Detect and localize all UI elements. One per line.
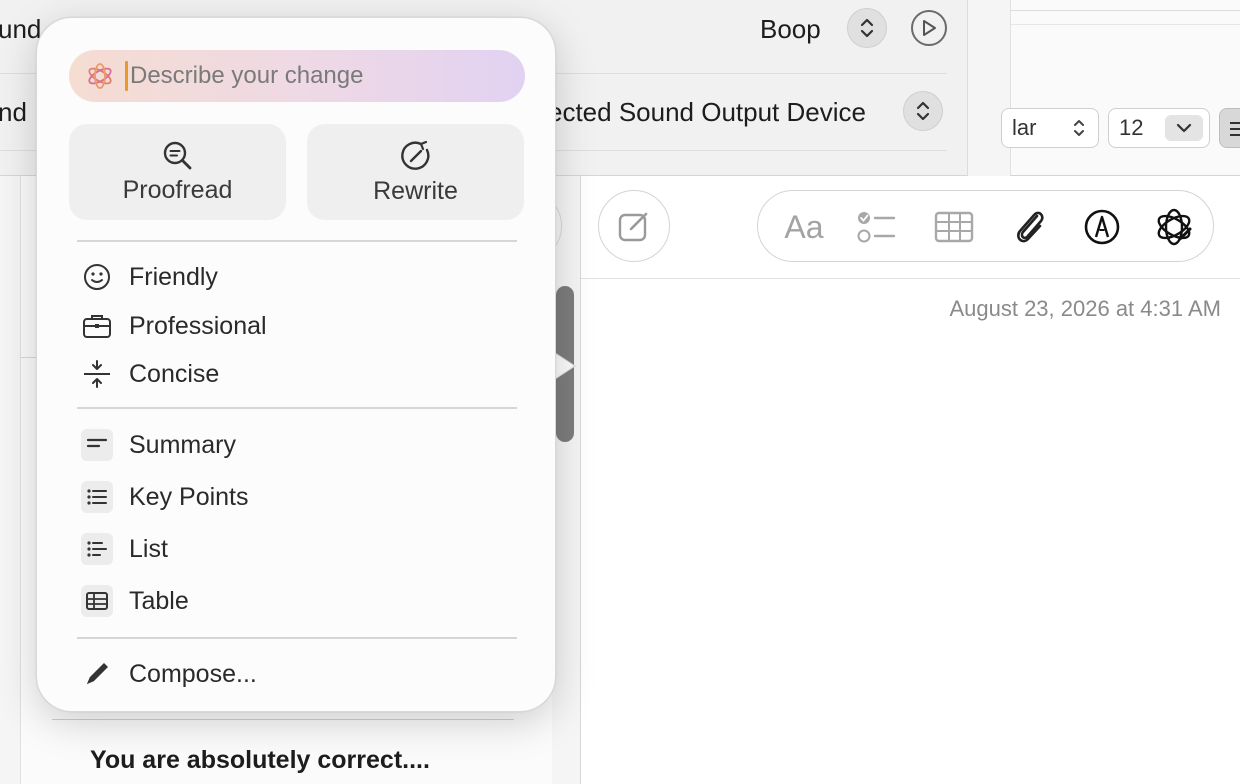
text-caret <box>125 61 128 91</box>
menu-item-label: Key Points <box>129 482 249 511</box>
divider <box>1011 24 1240 25</box>
attachment-button[interactable] <box>1008 205 1052 249</box>
menu-item-summary[interactable]: Summary <box>77 423 517 467</box>
play-icon <box>923 20 936 36</box>
menu-item-label: List <box>129 534 168 563</box>
settings-row-label: nd <box>0 97 27 127</box>
briefcase-icon <box>81 310 113 342</box>
menu-item-table[interactable]: Table <box>77 579 517 623</box>
divider <box>1011 10 1240 11</box>
writing-tools-icon <box>1157 208 1192 246</box>
font-size-select[interactable]: 12 <box>1108 108 1210 148</box>
alert-sound-value: Boop <box>760 14 821 44</box>
table-button[interactable] <box>932 205 976 249</box>
menu-item-label: Compose... <box>129 659 257 688</box>
font-size-value: 12 <box>1119 115 1144 140</box>
divider <box>77 637 517 639</box>
format-bar: lar 12 <box>1001 0 1240 176</box>
menu-item-label: Concise <box>129 359 220 388</box>
compose-icon <box>618 212 648 242</box>
proofread-magnifier-icon <box>163 141 191 169</box>
divider <box>52 719 514 720</box>
chevron-updown-icon <box>860 18 874 38</box>
writing-tools-popover: Proofread Rewrite Friendly Professional … <box>36 17 556 712</box>
text-format-icon: Aa <box>784 208 824 245</box>
writing-tools-button[interactable] <box>1152 205 1196 249</box>
table-icon <box>81 585 113 617</box>
rewrite-button[interactable]: Rewrite <box>307 124 524 220</box>
checklist-icon <box>857 212 896 243</box>
chevron-updown-icon <box>1074 120 1084 136</box>
menu-item-compose[interactable]: Compose... <box>77 652 517 696</box>
chevron-updown-icon <box>916 101 930 121</box>
menu-item-label: Summary <box>129 430 236 459</box>
editor-toolbar: Aa <box>757 190 1214 262</box>
markup-button[interactable] <box>1080 205 1124 249</box>
describe-change-input[interactable] <box>130 62 510 90</box>
settings-row-label: und <box>0 14 42 44</box>
list-icon <box>1230 122 1240 136</box>
proofread-button[interactable]: Proofread <box>69 124 286 220</box>
list-style-button[interactable] <box>1219 108 1240 148</box>
play-sound-button[interactable] <box>911 10 947 46</box>
menu-item-label: Friendly <box>129 262 218 291</box>
summary-icon <box>81 429 113 461</box>
list-icon <box>81 533 113 565</box>
key-points-icon <box>81 481 113 513</box>
alert-sound-stepper[interactable] <box>847 8 887 48</box>
markup-pen-icon <box>1084 209 1120 245</box>
menu-item-friendly[interactable]: Friendly <box>77 255 517 299</box>
note-editor[interactable] <box>580 176 1240 784</box>
output-device-value: ected Sound Output Device <box>548 97 866 127</box>
divider <box>77 407 517 409</box>
menu-item-list[interactable]: List <box>77 527 517 571</box>
rewrite-icon <box>400 140 430 170</box>
smiley-icon <box>81 261 113 293</box>
output-device-stepper[interactable] <box>903 91 943 131</box>
menu-item-professional[interactable]: Professional <box>77 304 517 348</box>
paragraph-style-select[interactable]: lar <box>1001 108 1099 148</box>
table-icon <box>934 211 974 243</box>
describe-change-field[interactable] <box>69 50 525 102</box>
font-size-dropdown[interactable] <box>1165 115 1203 141</box>
concise-icon <box>81 358 113 390</box>
menu-item-key-points[interactable]: Key Points <box>77 475 517 519</box>
divider <box>581 278 1240 279</box>
new-note-button[interactable] <box>598 190 670 262</box>
rewrite-label: Rewrite <box>373 176 458 205</box>
checklist-button[interactable] <box>854 205 898 249</box>
pencil-icon <box>81 658 113 690</box>
menu-item-label: Professional <box>129 311 267 340</box>
divider <box>77 240 517 242</box>
menu-item-label: Table <box>129 586 189 615</box>
paperclip-icon <box>1017 211 1044 243</box>
chevron-down-icon <box>1176 123 1192 133</box>
note-date: August 23, 2026 at 4:31 AM <box>949 296 1221 321</box>
apple-intelligence-icon <box>88 63 112 89</box>
text-format-button[interactable]: Aa <box>778 205 830 249</box>
note-preview-title[interactable]: You are absolutely correct.... <box>90 746 430 775</box>
proofread-label: Proofread <box>122 175 233 204</box>
menu-item-concise[interactable]: Concise <box>77 352 517 396</box>
paragraph-style-value: lar <box>1012 115 1037 140</box>
